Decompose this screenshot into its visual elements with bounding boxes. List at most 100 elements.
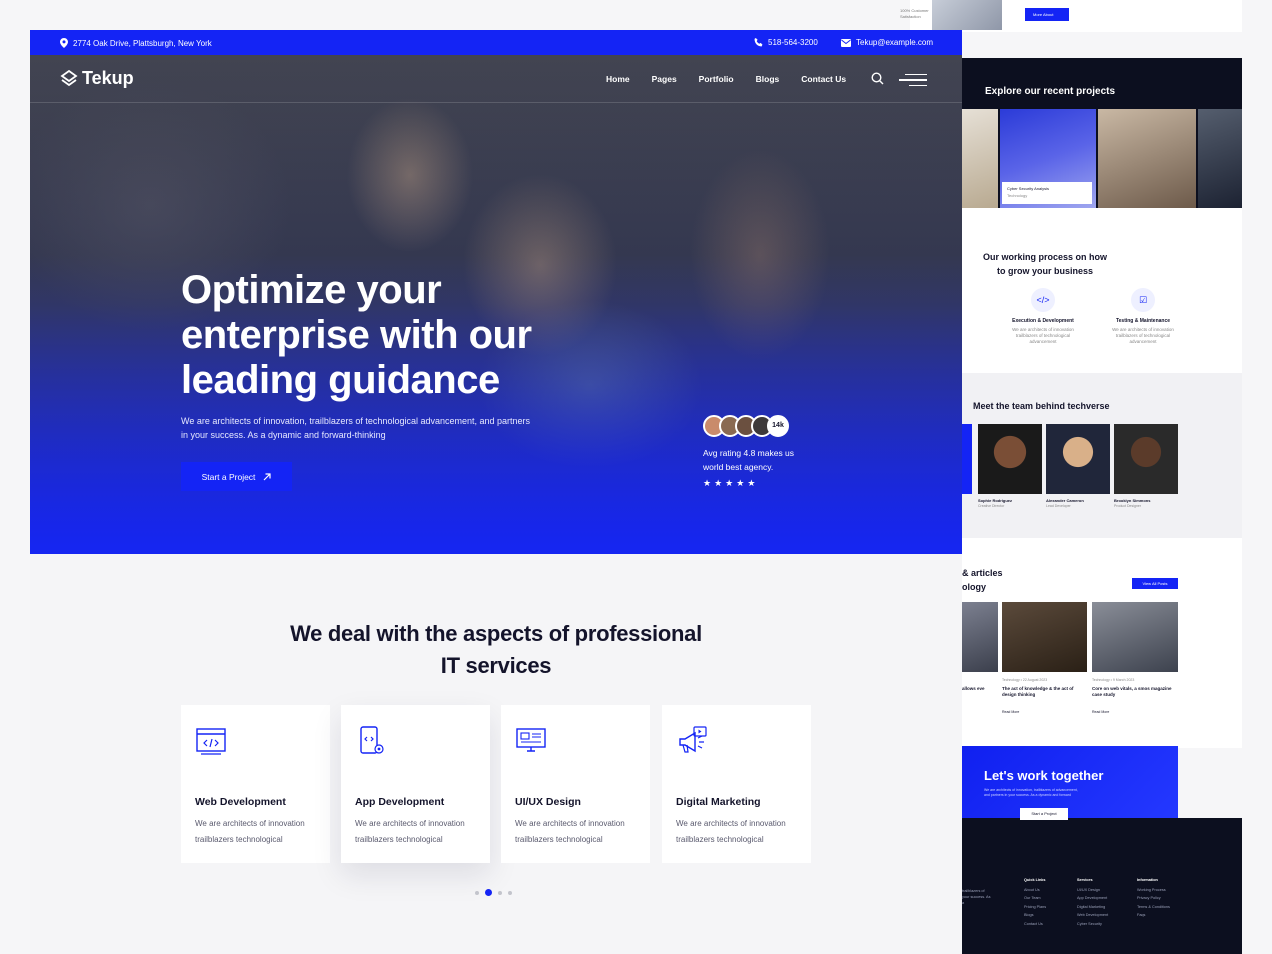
- service-card[interactable]: App Development We are architects of inn…: [341, 705, 490, 863]
- news-title-line: ology: [962, 582, 986, 592]
- read-more-link[interactable]: Read More: [1002, 710, 1019, 714]
- process-step-title: Testing & Maintenance: [1115, 318, 1171, 324]
- footer-column: Quick Links About Us Our Team Pricing Pl…: [1024, 876, 1046, 928]
- service-desc: We are architects of innovation trailbla…: [676, 819, 786, 844]
- service-desc: We are architects of innovation trailbla…: [515, 819, 625, 844]
- post-image[interactable]: [1002, 602, 1087, 672]
- service-desc: We are architects of innovation trailbla…: [355, 819, 465, 844]
- footer-link[interactable]: Faqs: [1137, 911, 1170, 920]
- secondary-page-preview: 100% Customer Satisfaction More About Ex…: [900, 0, 1242, 954]
- start-project-label: Start a Project: [201, 471, 256, 482]
- view-all-posts-button[interactable]: View All Posts: [1132, 578, 1178, 589]
- team-title: Meet the team behind techverse: [973, 401, 1110, 411]
- footer-link[interactable]: App Development: [1077, 894, 1108, 903]
- footer-column: Services UI/UX Design App Development Di…: [1077, 876, 1108, 928]
- client-avatars: 14k: [703, 415, 803, 437]
- mail-icon: [841, 38, 851, 47]
- team-photo: [962, 424, 972, 494]
- service-desc: We are architects of innovation trailbla…: [195, 819, 305, 844]
- cta-title: Let's work together: [984, 768, 1104, 783]
- main-navigation: Tekup Home Pages Portfolio Blogs Contact…: [30, 55, 962, 103]
- footer-link[interactable]: About Us: [1024, 886, 1046, 895]
- news-title: & articles ology: [962, 566, 1003, 594]
- star-icon: ★: [703, 478, 715, 488]
- service-title: Web Development: [195, 796, 286, 808]
- top-info-bar: 2774 Oak Drive, Plattsburgh, New York 51…: [30, 30, 962, 55]
- megaphone-icon: [679, 726, 707, 753]
- checklist-icon: ☑: [1131, 288, 1155, 312]
- star-rating: ★★★★★: [703, 478, 803, 489]
- post-title[interactable]: allows eve: [962, 686, 998, 692]
- email-text: Tekup@example.com: [856, 38, 934, 47]
- rating-count-badge: 14k: [767, 415, 789, 437]
- main-page: 2774 Oak Drive, Plattsburgh, New York 51…: [30, 30, 962, 954]
- nav-item-home[interactable]: Home: [606, 74, 630, 84]
- footer-link[interactable]: Working Process: [1137, 886, 1170, 895]
- team-section: Meet the team behind techverse Sophie Ro…: [940, 373, 1242, 538]
- carousel-dot[interactable]: [508, 890, 512, 895]
- footer-link[interactable]: Terms & Conditions: [1137, 903, 1170, 912]
- phone-text: 518-564-3200: [768, 38, 818, 47]
- footer: trailblazers of your success. As a Quick…: [940, 818, 1242, 954]
- service-card[interactable]: UI/UX Design We are architects of innova…: [501, 705, 650, 863]
- project-card[interactable]: Cyber Security Analysis Technology: [1002, 182, 1092, 204]
- email-info[interactable]: Tekup@example.com: [841, 38, 933, 47]
- carousel-dot-active[interactable]: [485, 889, 492, 896]
- carousel-dot[interactable]: [475, 890, 479, 895]
- projects-section: Explore our recent projects Cyber Securi…: [940, 58, 1242, 208]
- project-card-title: Cyber Security Analysis: [1007, 186, 1050, 191]
- hero-title: Optimize your enterprise with our leadin…: [181, 268, 532, 402]
- projects-title: Explore our recent projects: [985, 86, 1116, 97]
- team-photo[interactable]: [1046, 424, 1110, 494]
- project-image[interactable]: [1098, 109, 1196, 208]
- news-title-line: & articles: [962, 568, 1003, 578]
- nav-item-pages[interactable]: Pages: [652, 74, 677, 84]
- project-image[interactable]: [962, 109, 998, 208]
- carousel-dot[interactable]: [498, 890, 502, 895]
- footer-link[interactable]: Digital Marketing: [1077, 903, 1108, 912]
- project-image[interactable]: [1198, 109, 1242, 208]
- nav-item-contact[interactable]: Contact Us: [801, 74, 846, 84]
- process-title: Our working process on how to grow your …: [982, 252, 1107, 276]
- menu-toggle-icon[interactable]: [899, 74, 927, 90]
- footer-link[interactable]: Contact Us: [1024, 920, 1046, 929]
- design-monitor-icon: [516, 728, 546, 752]
- cta-banner: Let's work together We are architects of…: [962, 746, 1178, 820]
- phone-info[interactable]: 518-564-3200: [754, 38, 818, 47]
- team-photo[interactable]: [978, 424, 1042, 494]
- footer-link[interactable]: UI/UX Design: [1077, 886, 1108, 895]
- post-image[interactable]: [962, 602, 998, 672]
- team-photo[interactable]: [1114, 424, 1178, 494]
- read-more-link[interactable]: Read More: [1092, 710, 1109, 714]
- nav-item-portfolio[interactable]: Portfolio: [699, 74, 734, 84]
- brand-logo[interactable]: Tekup: [60, 68, 134, 89]
- services-title: We deal with the aspects of professional…: [290, 621, 702, 678]
- post-title[interactable]: The act of knowledge & the act of design…: [1002, 686, 1082, 698]
- team-member-role: Product Designer: [1114, 504, 1142, 508]
- service-card[interactable]: Web Development We are architects of inn…: [181, 705, 330, 863]
- process-step-title: Execution & Development: [1012, 318, 1074, 324]
- start-project-button[interactable]: Start a Project: [181, 462, 292, 491]
- process-step: ☑ Testing & Maintenance We are architect…: [1103, 288, 1183, 345]
- footer-heading: Information: [1137, 878, 1158, 882]
- hero-description: We are architects of innovation, trailbl…: [181, 416, 531, 440]
- more-about-button[interactable]: More About: [1025, 8, 1069, 21]
- process-step: </> Execution & Development We are archi…: [1003, 288, 1083, 345]
- rating-text: Avg rating 4.8 makes us world best agenc…: [703, 448, 795, 472]
- footer-column: Information Working Process Privacy Poli…: [1137, 876, 1170, 920]
- footer-link[interactable]: Blogs: [1024, 911, 1046, 920]
- footer-link[interactable]: Privacy Policy: [1137, 894, 1170, 903]
- cta-start-project-button[interactable]: Start a Project: [1020, 808, 1068, 820]
- search-icon[interactable]: [871, 72, 884, 85]
- post-meta: Technology • 9 March 2023: [1092, 678, 1135, 682]
- nav-item-blogs[interactable]: Blogs: [756, 74, 780, 84]
- footer-link[interactable]: Web Development: [1077, 911, 1108, 920]
- star-icon: ★: [736, 478, 748, 488]
- post-title[interactable]: Core on web vitals, a smos magazine case…: [1092, 686, 1172, 698]
- team-member-name: Sophie Rodriguez: [978, 498, 1012, 503]
- footer-link[interactable]: Cyber Security: [1077, 920, 1108, 929]
- post-image[interactable]: [1092, 602, 1178, 672]
- footer-link[interactable]: Our Team: [1024, 894, 1046, 903]
- service-card[interactable]: Digital Marketing We are architects of i…: [662, 705, 811, 863]
- footer-link[interactable]: Pricing Plans: [1024, 903, 1046, 912]
